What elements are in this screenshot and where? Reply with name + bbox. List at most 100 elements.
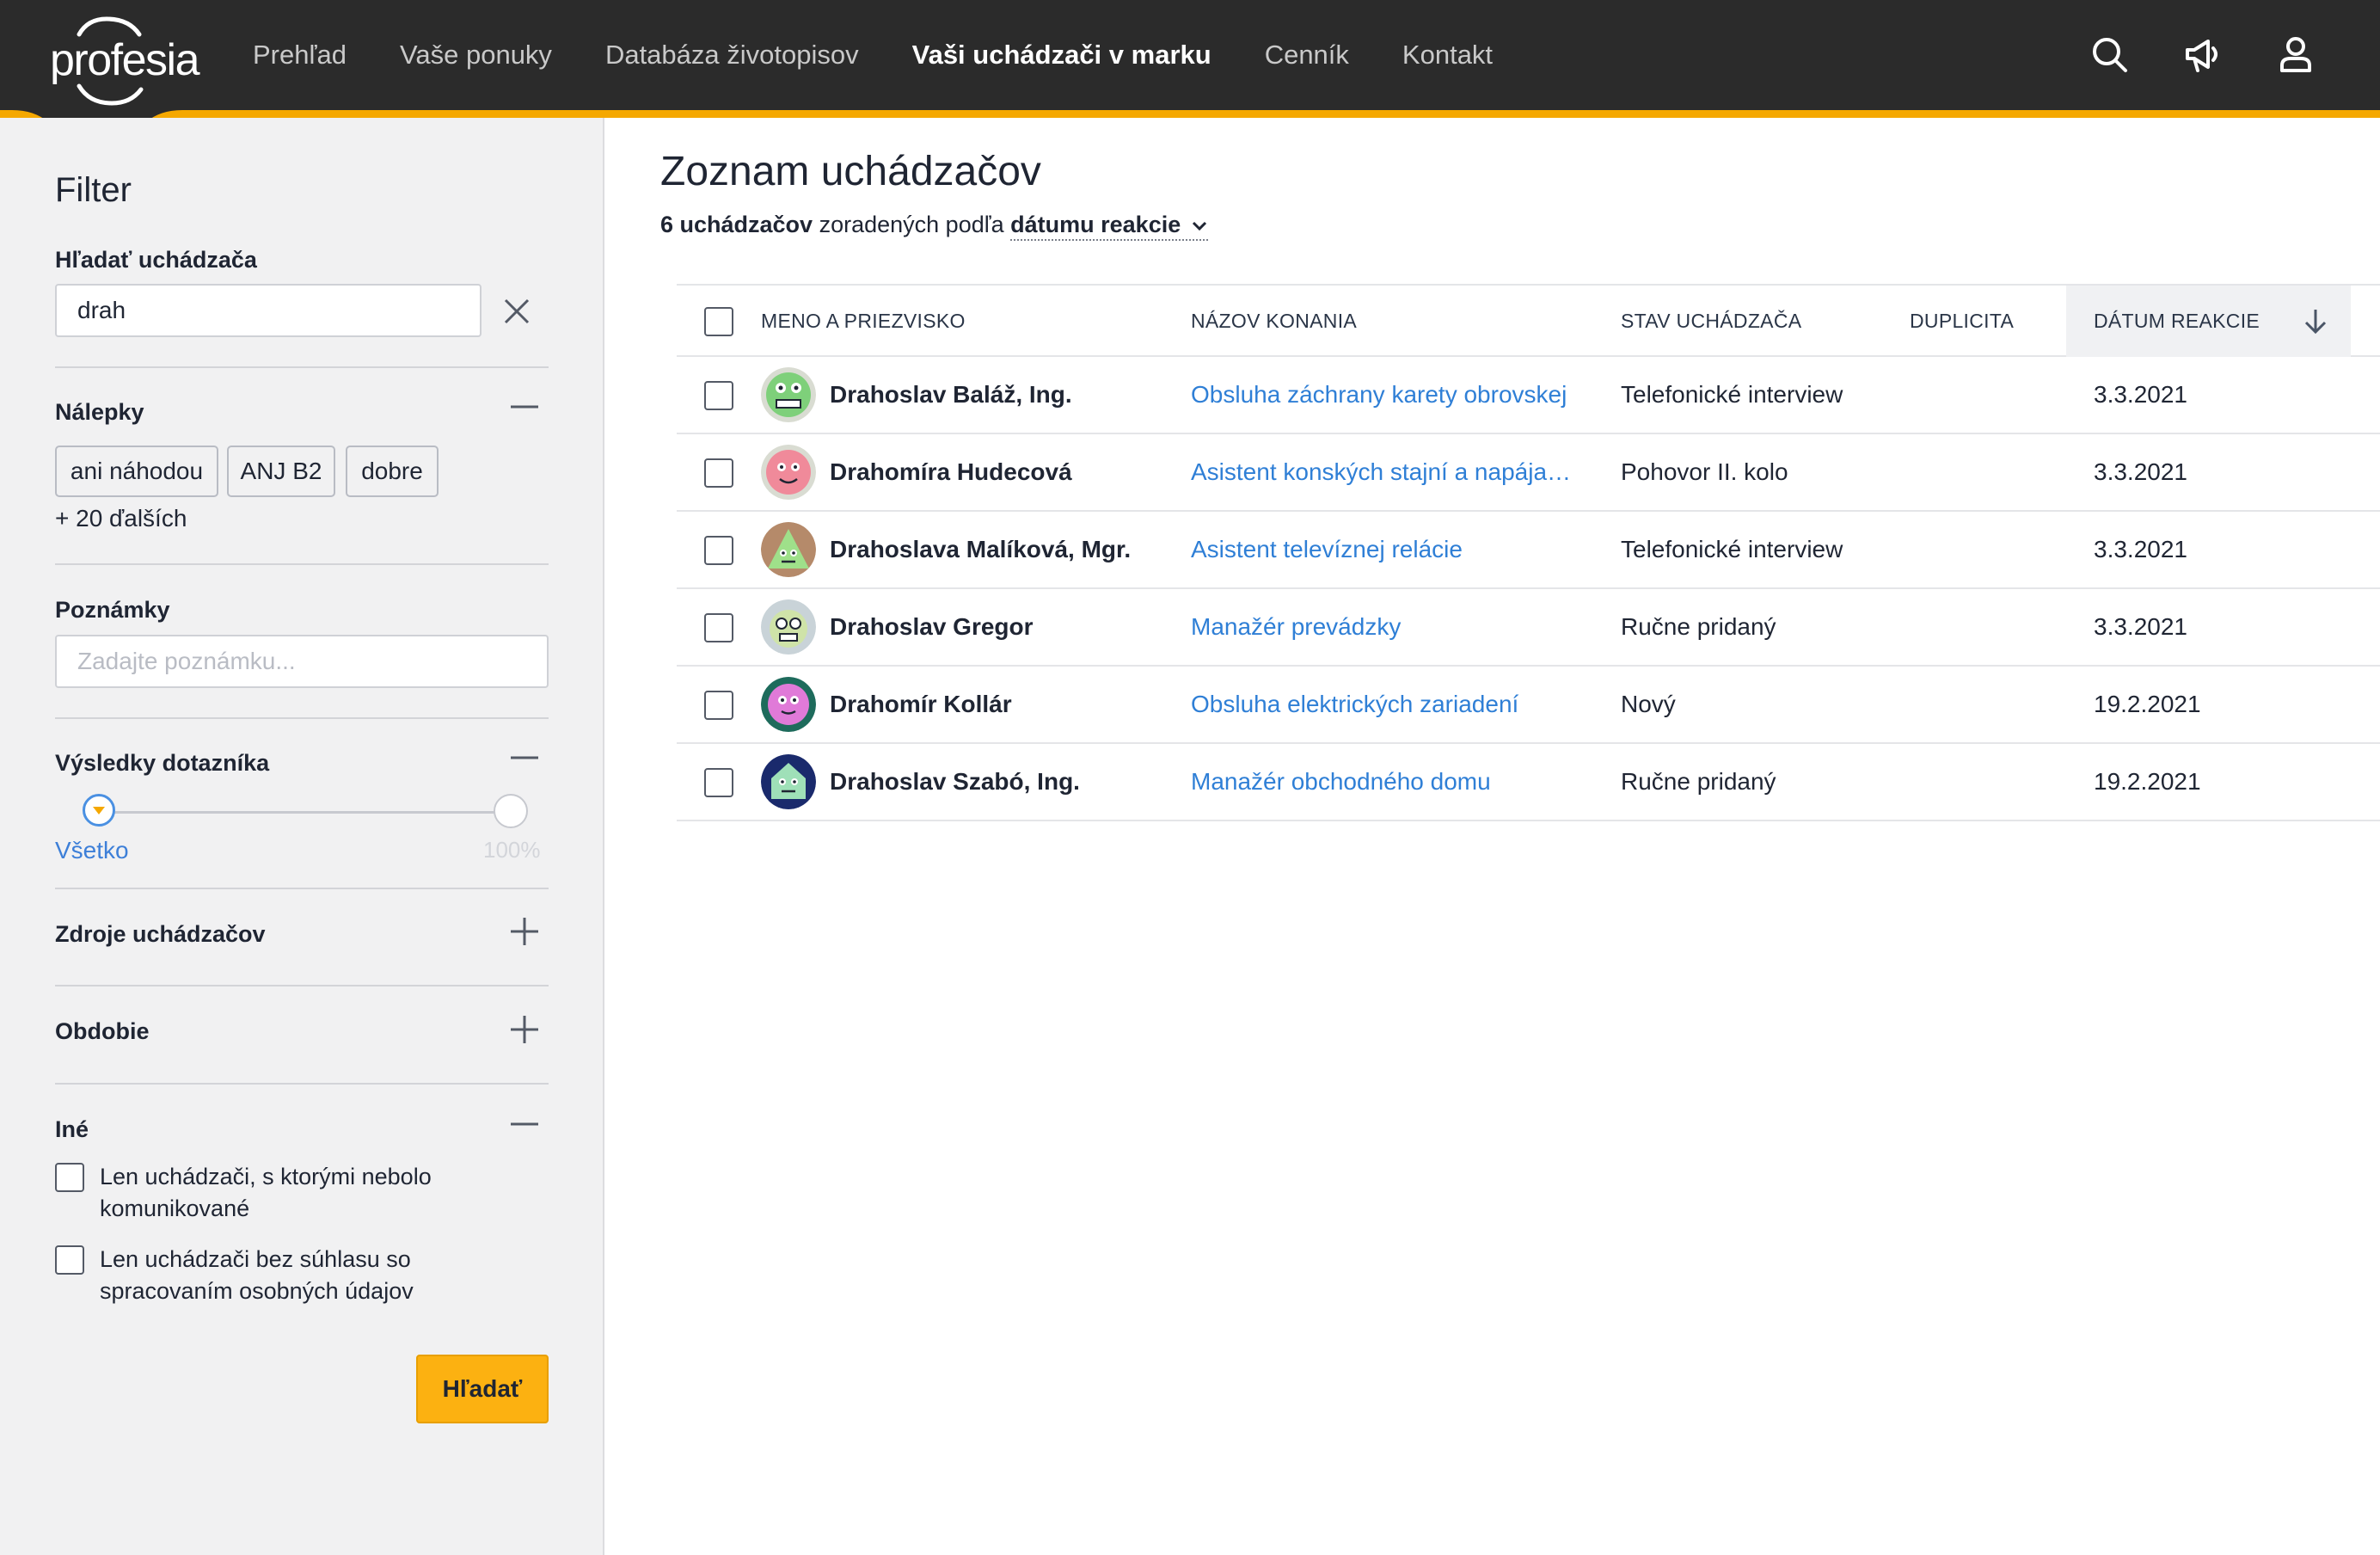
divider	[55, 366, 549, 368]
applicant-name[interactable]: Drahomíra Hudecová	[830, 434, 1072, 510]
applicant-status: Ručne pridaný	[1621, 613, 1776, 640]
job-title-link[interactable]: Obsluha záchrany karety obrovskej	[1191, 357, 1567, 433]
collapse-other-icon[interactable]	[507, 1107, 542, 1141]
column-header-date[interactable]: DÁTUM REAKCIE	[2094, 286, 2260, 357]
job-title-link[interactable]: Asistent televíznej relácie	[1191, 512, 1463, 587]
tag-dobre[interactable]: dobre	[346, 446, 439, 497]
avatar	[761, 445, 816, 500]
search-applicant-label: Hľadať uchádzača	[55, 247, 257, 273]
reaction-date: 19.2.2021	[2094, 691, 2201, 717]
survey-slider-min-label: Všetko	[55, 837, 129, 864]
nav-item-vasi-uchadzaci[interactable]: Vaši uchádzači v marku	[912, 40, 1211, 71]
applicant-status: Pohovor II. kolo	[1621, 458, 1788, 485]
search-button[interactable]: Hľadať	[416, 1355, 549, 1423]
table-row[interactable]: Drahomíra Hudecová Asistent konských sta…	[677, 434, 2380, 512]
divider	[55, 1083, 549, 1085]
avatar	[761, 599, 816, 655]
notes-label: Poznámky	[55, 597, 170, 623]
avatar	[761, 522, 816, 577]
applicant-name[interactable]: Drahomír Kollár	[830, 667, 1012, 742]
applicant-status: Nový	[1621, 691, 1676, 717]
tags-label: Nálepky	[55, 399, 144, 425]
sort-selector[interactable]: dátumu reakcie	[1010, 212, 1208, 241]
expand-period-icon[interactable]	[507, 1012, 542, 1047]
nav-item-vase-ponuky[interactable]: Vaše ponuky	[400, 40, 552, 71]
nav-item-prehlad[interactable]: Prehľad	[253, 40, 347, 71]
applicant-name[interactable]: Drahoslav Baláž, Ing.	[830, 357, 1072, 433]
applicant-name[interactable]: Drahoslav Szabó, Ing.	[830, 744, 1080, 820]
reaction-date: 3.3.2021	[2094, 458, 2187, 485]
nav-item-databaza-zivotopisov[interactable]: Databáza životopisov	[605, 40, 859, 71]
table-row[interactable]: Drahoslav Gregor Manažér prevádzky Ručne…	[677, 589, 2380, 667]
row-checkbox[interactable]	[704, 381, 733, 410]
option-not-contacted-checkbox[interactable]	[55, 1163, 84, 1192]
search-applicant-input[interactable]: drah	[55, 284, 482, 337]
tag-ani-nahodou[interactable]: ani náhodou	[55, 446, 218, 497]
sort-value[interactable]: dátumu reakcie	[1010, 212, 1181, 237]
page-title: Zoznam uchádzačov	[660, 149, 1041, 194]
sources-label[interactable]: Zdroje uchádzačov	[55, 921, 266, 948]
expand-sources-icon[interactable]	[507, 914, 542, 949]
survey-slider-min-handle[interactable]	[83, 794, 115, 827]
reaction-date: 3.3.2021	[2094, 613, 2187, 640]
applicant-name[interactable]: Drahoslava Malíková, Mgr.	[830, 512, 1131, 587]
sort-descending-icon[interactable]	[2300, 306, 2331, 337]
sorted-by-text: zoradených podľa	[819, 212, 1004, 237]
reaction-date: 3.3.2021	[2094, 381, 2187, 408]
row-checkbox[interactable]	[704, 613, 733, 642]
table-header: MENO A PRIEZVISKO NÁZOV KONANIA STAV UCH…	[677, 284, 2380, 357]
collapse-survey-icon[interactable]	[507, 741, 542, 775]
job-title-link[interactable]: Obsluha elektrických zariadení	[1191, 667, 1518, 742]
applicant-status: Telefonické interview	[1621, 536, 1843, 562]
option-not-contacted-label: Len uchádzači, s ktorými nebolo komuniko…	[100, 1164, 432, 1221]
table-row[interactable]: Drahoslava Malíková, Mgr. Asistent telev…	[677, 512, 2380, 589]
profesia-logo[interactable]: profesia	[0, 0, 200, 138]
row-checkbox[interactable]	[704, 458, 733, 488]
nav-item-cennik[interactable]: Cenník	[1265, 40, 1349, 71]
column-header-duplicate[interactable]: DUPLICITA	[1910, 286, 2014, 357]
divider	[55, 985, 549, 986]
applicant-name[interactable]: Drahoslav Gregor	[830, 589, 1034, 665]
table-row[interactable]: Drahoslav Baláž, Ing. Obsluha záchrany k…	[677, 357, 2380, 434]
applicant-status: Ručne pridaný	[1621, 768, 1776, 795]
row-checkbox[interactable]	[704, 691, 733, 720]
table-row[interactable]: Drahoslav Szabó, Ing. Manažér obchodného…	[677, 744, 2380, 821]
logo-text: profesia	[50, 35, 200, 85]
column-header-job[interactable]: NÁZOV KONANIA	[1191, 286, 1357, 357]
main-nav: Prehľad Vaše ponuky Databáza životopisov…	[253, 0, 1546, 110]
column-header-status[interactable]: STAV UCHÁDZAČA	[1621, 286, 1801, 357]
user-icon[interactable]	[2272, 31, 2320, 79]
reaction-date: 19.2.2021	[2094, 768, 2201, 795]
job-title-link[interactable]: Manažér prevádzky	[1191, 589, 1401, 665]
job-title-link[interactable]: Asistent konských stajní a napája…	[1191, 434, 1571, 510]
survey-slider-max-handle[interactable]	[494, 794, 528, 828]
search-icon[interactable]	[2086, 31, 2134, 79]
period-label[interactable]: Obdobie	[55, 1018, 150, 1045]
chevron-down-icon	[1192, 221, 1206, 231]
megaphone-icon[interactable]	[2179, 31, 2227, 79]
divider	[55, 717, 549, 719]
nav-item-kontakt[interactable]: Kontakt	[1402, 40, 1493, 71]
select-all-checkbox[interactable]	[704, 307, 733, 336]
table-row[interactable]: Drahomír Kollár Obsluha elektrických zar…	[677, 667, 2380, 744]
clear-search-icon[interactable]	[502, 297, 531, 326]
filter-sidebar: Filter Hľadať uchádzača drah Nálepky ani…	[0, 118, 604, 1555]
job-title-link[interactable]: Manažér obchodného domu	[1191, 744, 1491, 820]
notes-input[interactable]: Zadajte poznámku...	[55, 635, 549, 688]
survey-slider-track[interactable]	[100, 811, 511, 814]
avatar	[761, 754, 816, 809]
filter-title: Filter	[55, 171, 132, 209]
row-checkbox[interactable]	[704, 768, 733, 797]
tag-anj-b2[interactable]: ANJ B2	[227, 446, 335, 497]
more-tags-link[interactable]: + 20 ďalších	[55, 505, 187, 532]
row-checkbox[interactable]	[704, 536, 733, 565]
collapse-tags-icon[interactable]	[507, 390, 542, 424]
option-no-consent-checkbox[interactable]	[55, 1245, 84, 1275]
divider	[55, 888, 549, 889]
column-header-name[interactable]: MENO A PRIEZVISKO	[761, 286, 966, 357]
survey-slider-max-label: 100%	[483, 837, 541, 863]
other-label: Iné	[55, 1116, 89, 1142]
avatar-face	[766, 450, 811, 495]
result-summary: 6 uchádzačov zoradených podľa dátumu rea…	[660, 212, 1208, 241]
reaction-date: 3.3.2021	[2094, 536, 2187, 562]
